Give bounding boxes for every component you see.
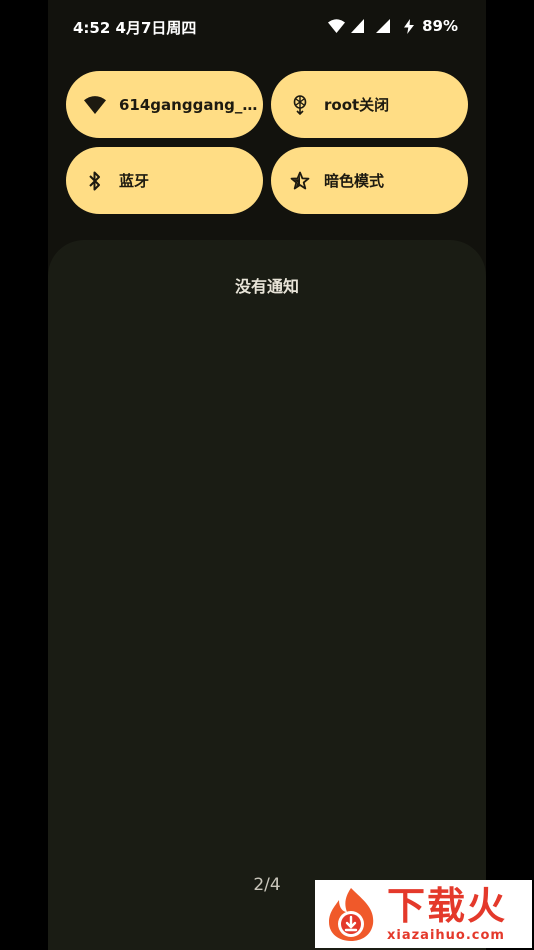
battery-percentage: 89% bbox=[422, 17, 458, 35]
watermark-url: xiazaihuo.com bbox=[387, 928, 505, 943]
wifi-icon bbox=[83, 93, 107, 117]
tile-wifi-label: 614ganggang_... bbox=[119, 95, 259, 114]
root-icon bbox=[288, 93, 312, 117]
status-time-date: 4:52 4月7日周四 bbox=[73, 19, 197, 37]
tile-dark-mode[interactable]: 暗色模式 bbox=[271, 147, 468, 214]
tile-dark-mode-label: 暗色模式 bbox=[324, 172, 385, 190]
tile-bluetooth-label: 蓝牙 bbox=[119, 172, 150, 190]
charging-icon bbox=[404, 18, 415, 34]
watermark: 下载火 xiazaihuo.com bbox=[315, 880, 532, 948]
watermark-title: 下载火 bbox=[387, 884, 508, 928]
notification-panel: 没有通知 2/4 bbox=[48, 240, 486, 950]
tile-bluetooth[interactable]: 蓝牙 bbox=[66, 147, 263, 214]
tile-wifi[interactable]: 614ganggang_... bbox=[66, 71, 263, 138]
flame-logo-icon bbox=[323, 886, 379, 942]
tile-root-label: root关闭 bbox=[324, 96, 390, 114]
bluetooth-icon bbox=[83, 169, 107, 193]
wifi-icon bbox=[328, 19, 346, 33]
status-icons: 89% bbox=[328, 17, 458, 35]
signal-icon bbox=[351, 19, 365, 33]
phone-screen: 4:52 4月7日周四 89% 614ganggang_... root关闭 蓝… bbox=[48, 0, 486, 950]
status-bar: 4:52 4月7日周四 89% bbox=[48, 0, 486, 54]
tile-root[interactable]: root关闭 bbox=[271, 71, 468, 138]
no-notifications-text: 没有通知 bbox=[234, 277, 299, 296]
dark-mode-icon bbox=[288, 169, 312, 193]
signal-icon bbox=[376, 19, 391, 33]
